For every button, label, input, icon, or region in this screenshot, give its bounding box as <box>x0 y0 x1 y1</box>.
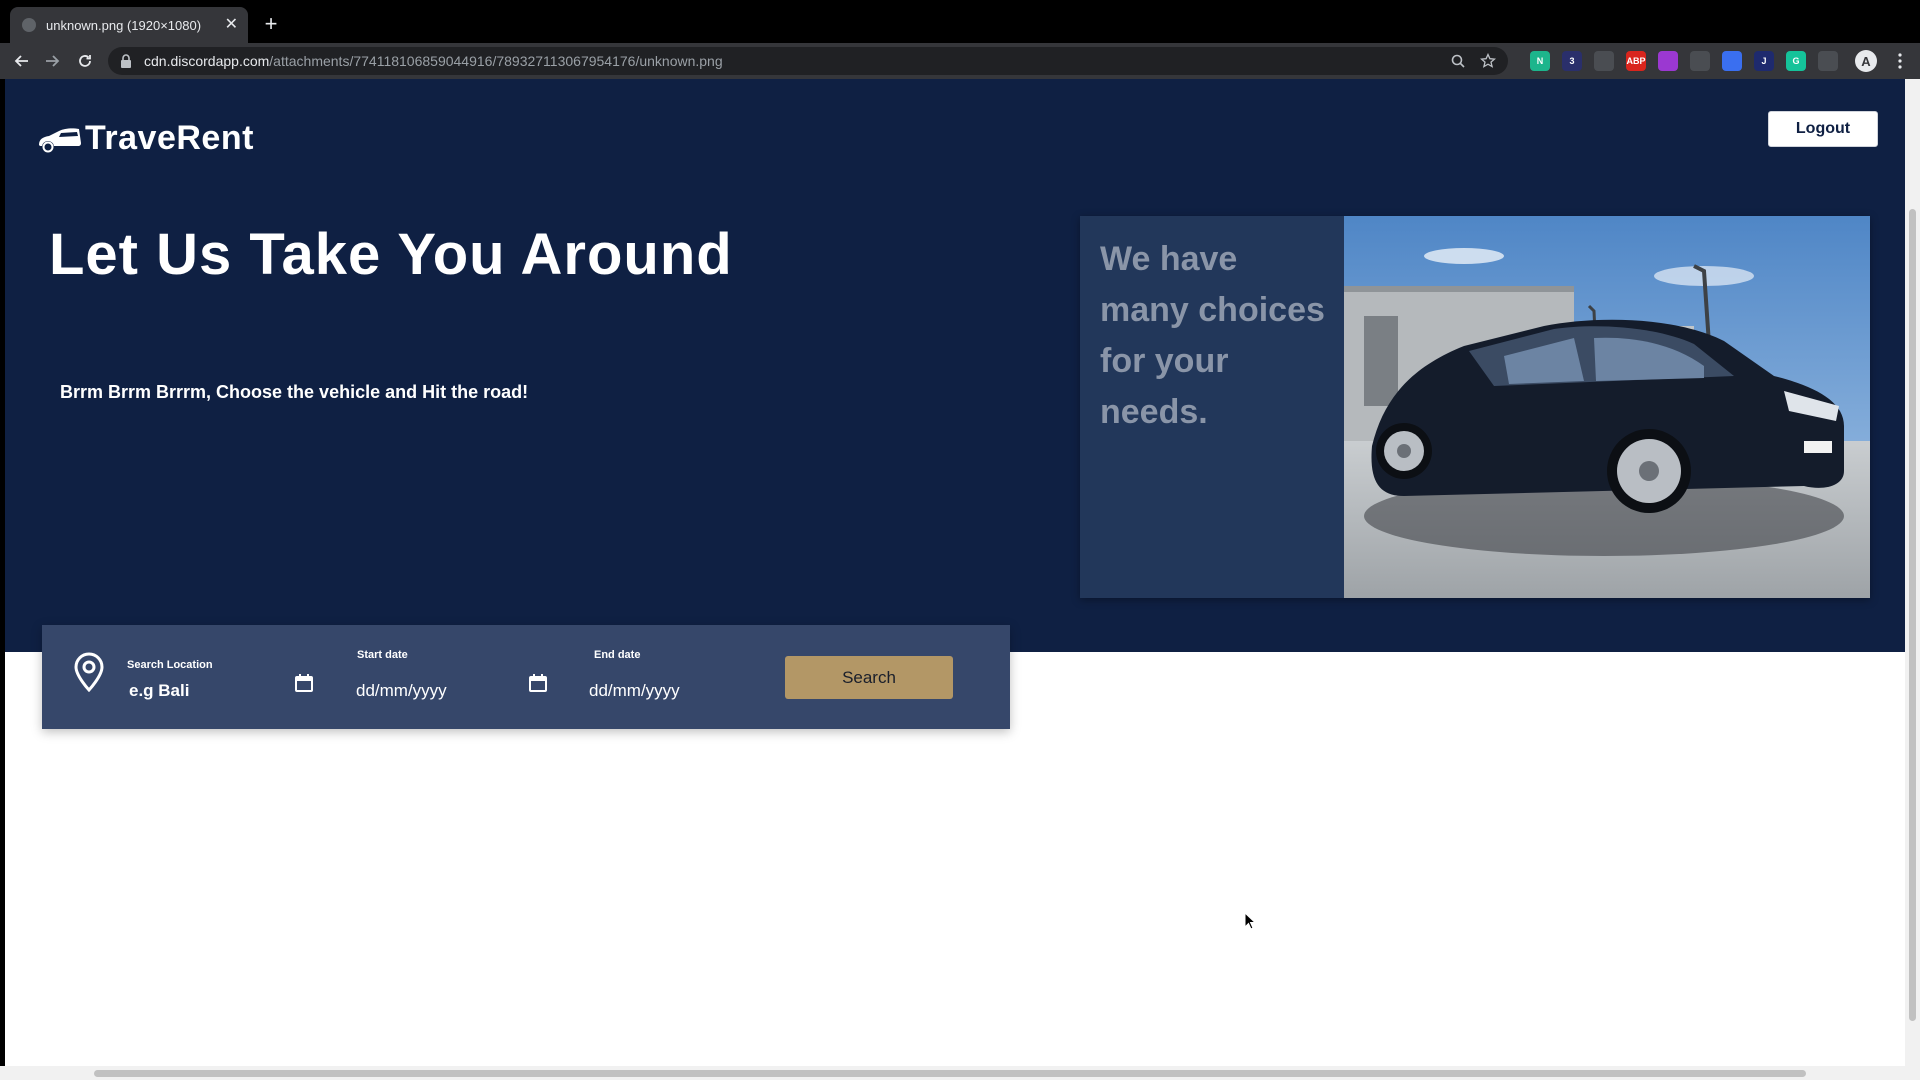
extension-icon[interactable] <box>1722 51 1742 71</box>
close-icon[interactable]: ✕ <box>225 17 238 33</box>
profile-avatar[interactable]: A <box>1855 50 1877 72</box>
star-icon[interactable] <box>1480 53 1496 69</box>
search-button[interactable]: Search <box>785 656 953 699</box>
scroll-thumb[interactable] <box>1909 209 1916 1021</box>
globe-icon <box>22 18 36 32</box>
calendar-icon[interactable] <box>294 673 314 693</box>
car-logo-icon <box>39 127 81 153</box>
location-input[interactable]: e.g Bali <box>129 681 189 701</box>
lock-icon <box>121 54 131 68</box>
zoom-icon[interactable] <box>1450 53 1466 69</box>
arrow-right-icon <box>46 55 60 67</box>
mouse-cursor-icon <box>1244 912 1256 930</box>
extension-icon[interactable]: J <box>1754 51 1774 71</box>
brand-logo[interactable]: TraveRent <box>37 119 254 158</box>
url-host: cdn.discordapp.com <box>144 53 270 69</box>
location-label: Search Location <box>127 659 213 671</box>
horizontal-scrollbar[interactable] <box>0 1066 1920 1080</box>
browser-tab[interactable]: unknown.png (1920×1080) ✕ <box>10 7 248 43</box>
forward-button[interactable] <box>40 49 64 73</box>
extension-icon[interactable] <box>1690 51 1710 71</box>
browser-tab-bar: unknown.png (1920×1080) ✕ + <box>0 0 1920 43</box>
reload-icon <box>79 55 91 67</box>
scroll-thumb[interactable] <box>94 1070 1806 1077</box>
extensions-row: N 3 ABP J G <box>1530 51 1838 71</box>
hero-section: TraveRent Logout Let Us Take You Around … <box>5 79 1905 652</box>
start-date-input[interactable]: dd/mm/yyyy <box>356 681 447 701</box>
promo-card: We have many choices for your needs. <box>1080 216 1870 598</box>
new-tab-button[interactable]: + <box>258 11 284 37</box>
extension-icon[interactable]: N <box>1530 51 1550 71</box>
promo-text: We have many choices for your needs. <box>1100 240 1325 431</box>
extension-icon[interactable]: 3 <box>1562 51 1582 71</box>
end-date-input[interactable]: dd/mm/yyyy <box>589 681 680 701</box>
vertical-scrollbar[interactable] <box>1905 79 1920 1066</box>
extension-icon[interactable] <box>1658 51 1678 71</box>
car-photo <box>1344 216 1870 598</box>
menu-icon[interactable] <box>1888 49 1912 73</box>
search-bar: Search Location e.g Bali Start date dd/m… <box>42 625 1010 729</box>
avatar: A <box>1855 50 1877 72</box>
hero-tagline: Brrm Brrm Brrrm, Choose the vehicle and … <box>60 382 529 402</box>
extension-icon[interactable] <box>1594 51 1614 71</box>
location-pin-icon <box>74 652 104 692</box>
tab-title: unknown.png (1920×1080) <box>46 17 202 33</box>
brand-name: TraveRent <box>85 119 254 157</box>
extension-icon[interactable]: ABP <box>1626 51 1646 71</box>
browser-toolbar: cdn.discordapp.com/attachments/774118106… <box>0 43 1920 79</box>
arrow-left-icon <box>14 55 28 67</box>
extension-icon[interactable]: G <box>1786 51 1806 71</box>
address-bar[interactable]: cdn.discordapp.com/attachments/774118106… <box>108 47 1508 75</box>
start-date-label: Start date <box>357 649 408 661</box>
back-button[interactable] <box>10 49 34 73</box>
hero-headline: Let Us Take You Around <box>49 222 733 287</box>
url-path: /attachments/774118106859044916/78932711… <box>269 53 723 69</box>
reload-button[interactable] <box>73 49 97 73</box>
end-date-label: End date <box>594 649 641 661</box>
calendar-icon[interactable] <box>528 673 548 693</box>
page-viewport: TraveRent Logout Let Us Take You Around … <box>5 79 1905 1066</box>
extension-icon[interactable] <box>1818 51 1838 71</box>
logout-button[interactable]: Logout <box>1768 111 1878 147</box>
